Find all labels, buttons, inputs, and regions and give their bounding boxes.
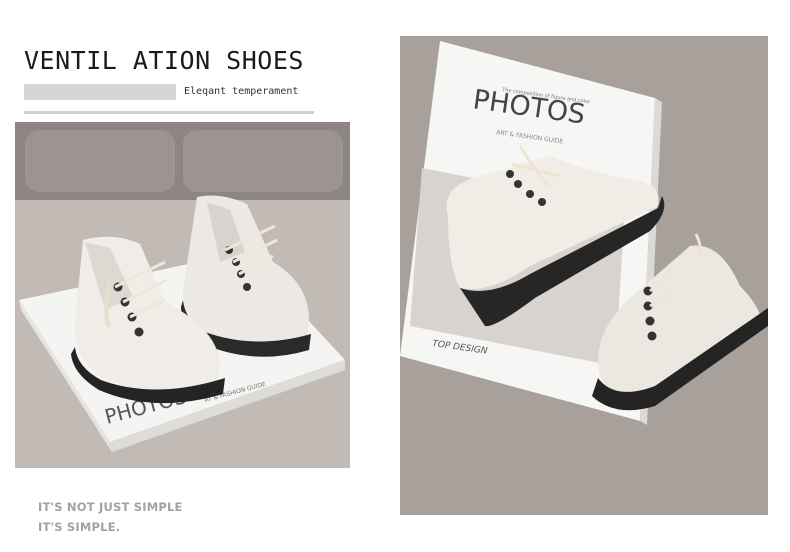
product-photo-right: The composition of figure and color PHOT… [400,36,768,515]
product-photo-right-illustration: The composition of figure and color PHOT… [400,36,768,515]
product-photo-left: PHOTOS AT & FASHION GUIDE [15,122,350,468]
title-accent-bar [24,84,176,100]
page-subtitle: Eleqant temperament [184,86,299,97]
page-title: VENTIL ATION SHOES [24,46,304,75]
slogan-line-1: IT'S NOT JUST SIMPLE [38,500,183,514]
slogan-line-2: IT'S SIMPLE. [38,520,121,534]
product-photo-left-illustration: PHOTOS AT & FASHION GUIDE [15,122,350,468]
title-divider [24,111,314,114]
